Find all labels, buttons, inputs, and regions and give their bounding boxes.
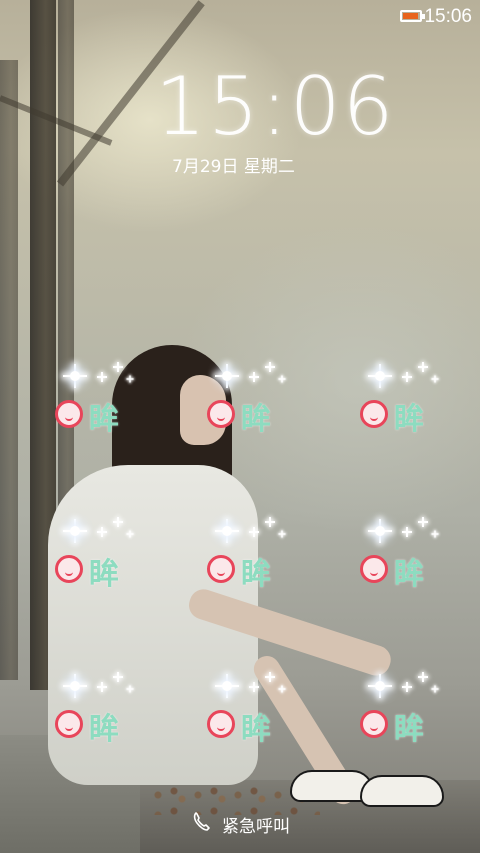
face-icon <box>207 400 235 428</box>
girl-shoe <box>360 775 444 807</box>
pattern-node[interactable]: 眸 <box>55 515 165 595</box>
sparkle-dot-icon <box>113 517 123 527</box>
emergency-call-button[interactable]: 紧急呼叫 <box>0 808 480 838</box>
star-icon <box>368 364 392 388</box>
face-icon <box>360 555 388 583</box>
sparkle-dot-icon <box>97 682 107 692</box>
pattern-node-glyph: 眸 <box>394 712 424 747</box>
star-icon <box>368 674 392 698</box>
sparkle-dot-icon <box>402 682 412 692</box>
sparkle-dot-icon <box>279 530 286 538</box>
sparkle-dot-icon <box>97 372 107 382</box>
face-icon <box>55 555 83 583</box>
sparkle-icon <box>55 360 165 394</box>
star-icon <box>63 519 87 543</box>
pattern-node[interactable]: 眸 <box>55 360 165 440</box>
sparkle-icon <box>360 515 470 549</box>
sparkle-dot-icon <box>249 372 259 382</box>
sparkle-dot-icon <box>418 517 428 527</box>
battery-icon <box>400 10 425 22</box>
sparkle-dot-icon <box>127 685 134 693</box>
pattern-node[interactable]: 眸 <box>360 360 470 440</box>
pattern-node-glyph: 眸 <box>241 402 271 437</box>
battery-level <box>403 13 419 19</box>
pattern-node[interactable]: 眸 <box>55 670 165 750</box>
sparkle-dot-icon <box>402 372 412 382</box>
pattern-node[interactable]: 眸 <box>207 670 317 750</box>
sparkle-dot-icon <box>279 685 286 693</box>
face-icon <box>360 710 388 738</box>
sparkle-dot-icon <box>113 672 123 682</box>
sparkle-dot-icon <box>127 530 134 538</box>
sparkle-dot-icon <box>265 672 275 682</box>
star-icon <box>215 364 239 388</box>
sparkle-dot-icon <box>265 517 275 527</box>
pattern-node-glyph: 眸 <box>89 402 119 437</box>
sparkle-dot-icon <box>127 375 134 383</box>
sparkle-icon <box>207 515 317 549</box>
sparkle-dot-icon <box>279 375 286 383</box>
sparkle-dot-icon <box>418 672 428 682</box>
pattern-node[interactable]: 眸 <box>360 515 470 595</box>
face-icon <box>360 400 388 428</box>
pattern-node-glyph: 眸 <box>241 712 271 747</box>
sparkle-icon <box>207 360 317 394</box>
face-icon <box>207 555 235 583</box>
pattern-node-glyph: 眸 <box>394 557 424 592</box>
star-icon <box>63 674 87 698</box>
sparkle-dot-icon <box>249 682 259 692</box>
sparkle-icon <box>207 670 317 704</box>
status-bar: 15:06 <box>0 0 480 34</box>
face-icon <box>55 710 83 738</box>
sparkle-icon <box>55 515 165 549</box>
sparkle-dot-icon <box>113 362 123 372</box>
sparkle-dot-icon <box>249 527 259 537</box>
clock-time: 15:06 <box>155 60 396 153</box>
sparkle-icon <box>360 360 470 394</box>
star-icon <box>215 519 239 543</box>
pattern-node[interactable]: 眸 <box>207 360 317 440</box>
star-icon <box>63 364 87 388</box>
sparkle-icon <box>55 670 165 704</box>
face-icon <box>207 710 235 738</box>
status-time: 15:06 <box>424 6 472 27</box>
emergency-call-label: 紧急呼叫 <box>222 817 290 837</box>
sparkle-dot-icon <box>265 362 275 372</box>
sparkle-icon <box>360 670 470 704</box>
sparkle-dot-icon <box>432 375 439 383</box>
pattern-node-glyph: 眸 <box>89 557 119 592</box>
sparkle-dot-icon <box>97 527 107 537</box>
star-icon <box>368 519 392 543</box>
unlock-pattern-grid[interactable]: 眸眸眸眸眸眸眸眸眸 <box>0 360 480 750</box>
pattern-node-glyph: 眸 <box>89 712 119 747</box>
pattern-node-glyph: 眸 <box>394 402 424 437</box>
star-icon <box>215 674 239 698</box>
clock-date: 7月29日 星期二 <box>172 157 295 177</box>
sparkle-dot-icon <box>432 685 439 693</box>
face-icon <box>55 400 83 428</box>
phone-icon <box>193 812 210 831</box>
pattern-node[interactable]: 眸 <box>207 515 317 595</box>
sparkle-dot-icon <box>432 530 439 538</box>
sparkle-dot-icon <box>418 362 428 372</box>
pattern-node[interactable]: 眸 <box>360 670 470 750</box>
lock-screen: 15:06 15:06 7月29日 星期二 眸眸眸眸眸眸眸眸眸 紧急呼叫 <box>0 0 480 853</box>
pattern-node-glyph: 眸 <box>241 557 271 592</box>
sparkle-dot-icon <box>402 527 412 537</box>
